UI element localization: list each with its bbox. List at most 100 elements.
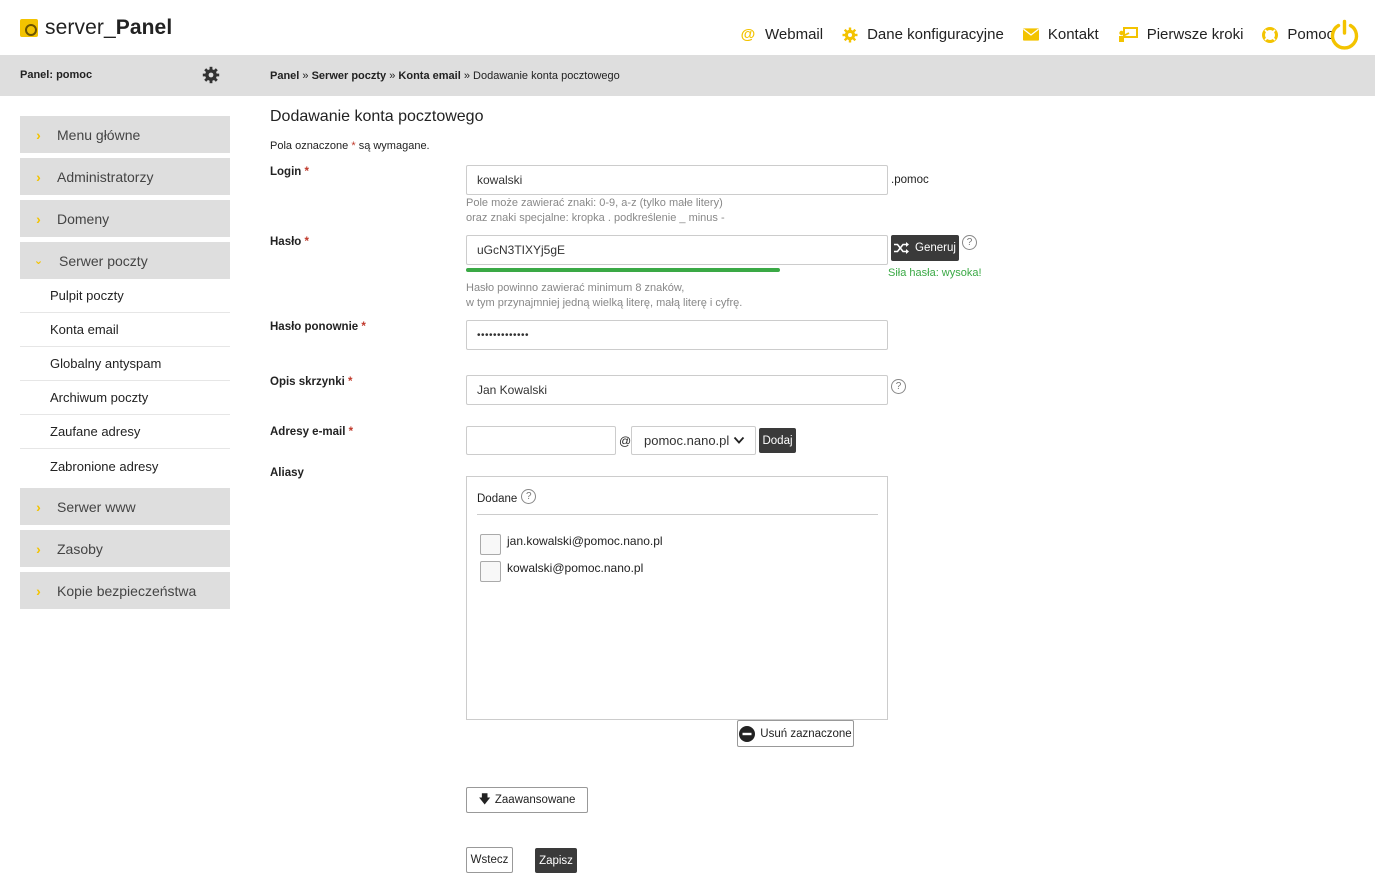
mailbox-description-label: Opis skrzynki * bbox=[270, 376, 353, 388]
help-icon[interactable]: ? bbox=[962, 235, 977, 250]
save-button[interactable]: Zapisz bbox=[535, 848, 577, 873]
login-domain-suffix: .pomoc bbox=[891, 174, 929, 186]
envelope-icon bbox=[1022, 27, 1039, 43]
at-icon: @ bbox=[740, 26, 756, 43]
email-local-part-input[interactable] bbox=[466, 426, 616, 455]
sidebar-item-resources[interactable]: › Zasoby bbox=[20, 530, 230, 567]
nav-contact[interactable]: Kontakt bbox=[1022, 26, 1099, 43]
email-domain-select[interactable]: pomoc.nano.pl bbox=[631, 426, 756, 455]
alias-checkbox[interactable] bbox=[480, 561, 501, 582]
add-email-button[interactable]: Dodaj bbox=[759, 428, 796, 453]
power-icon[interactable] bbox=[1329, 19, 1360, 50]
nav-webmail[interactable]: @ Webmail bbox=[740, 26, 823, 43]
minus-circle-icon bbox=[739, 725, 756, 742]
lifebuoy-icon bbox=[1262, 26, 1279, 43]
chevron-right-icon: › bbox=[36, 168, 41, 185]
submenu-item-mail-archive[interactable]: Archiwum poczty bbox=[20, 381, 230, 415]
password-label: Hasło * bbox=[270, 236, 310, 248]
alias-item: kowalski@pomoc.nano.pl bbox=[480, 561, 643, 582]
aliases-label: Aliasy bbox=[270, 467, 304, 479]
submenu-item-global-antispam[interactable]: Globalny antyspam bbox=[20, 347, 230, 381]
logo-text: server_Panel bbox=[45, 16, 173, 39]
sidebar-item-label: Domeny bbox=[57, 210, 110, 227]
chevron-right-icon: › bbox=[36, 540, 41, 557]
help-icon[interactable]: ? bbox=[891, 379, 906, 394]
aliases-box: Dodane ? jan.kowalski@pomoc.nano.pl kowa… bbox=[466, 476, 888, 720]
top-header: server_Panel @ Webmail Dane konfiguracyj… bbox=[0, 0, 1375, 55]
nav-config-data[interactable]: Dane konfiguracyjne bbox=[842, 26, 1004, 43]
logo-icon bbox=[20, 19, 38, 37]
password-strength-bar bbox=[466, 268, 780, 272]
alias-address: kowalski@pomoc.nano.pl bbox=[507, 560, 644, 575]
nav-contact-label: Kontakt bbox=[1047, 26, 1099, 43]
nav-first-steps[interactable]: Pierwsze kroki bbox=[1118, 26, 1244, 43]
alias-checkbox[interactable] bbox=[480, 534, 501, 555]
nav-webmail-label: Webmail bbox=[765, 26, 824, 43]
breadcrumb-mail-server[interactable]: Serwer poczty bbox=[312, 70, 387, 82]
breadcrumb: Panel » Serwer poczty » Konta email » Do… bbox=[270, 70, 620, 82]
email-domain-value: pomoc.nano.pl bbox=[644, 433, 730, 448]
chevron-down-icon: ⌄ bbox=[33, 255, 44, 267]
generate-button-label: Generuj bbox=[915, 242, 956, 254]
sidebar-item-web-server[interactable]: › Serwer www bbox=[20, 488, 230, 525]
sidebar-item-domains[interactable]: › Domeny bbox=[20, 200, 230, 237]
presentation-icon bbox=[1118, 26, 1138, 43]
login-hint: Pole może zawierać znaki: 0-9, a-z (tylk… bbox=[466, 197, 725, 224]
password-repeat-input[interactable]: ••••••••••••• bbox=[466, 320, 888, 350]
nav-help[interactable]: Pomoc bbox=[1262, 26, 1334, 43]
breadcrumb-panel[interactable]: Panel bbox=[270, 70, 299, 82]
advanced-label: Zaawansowane bbox=[494, 794, 576, 806]
email-addresses-label: Adresy e-mail * bbox=[270, 426, 354, 438]
password-strength-label: Siła hasła: wysoka! bbox=[888, 267, 982, 279]
breadcrumb-current: Dodawanie konta pocztowego bbox=[473, 70, 620, 82]
mailbox-description-input[interactable]: Jan Kowalski bbox=[466, 375, 888, 405]
chevron-right-icon: › bbox=[36, 582, 41, 599]
back-button[interactable]: Wstecz bbox=[466, 847, 513, 873]
shuffle-icon bbox=[894, 242, 910, 254]
required-note: Pola oznaczone * są wymagane. bbox=[270, 140, 430, 152]
password-input[interactable]: uGcN3TIXYj5gE bbox=[466, 235, 888, 265]
sidebar-item-label: Menu główne bbox=[57, 126, 141, 143]
submenu-item-mail-dashboard[interactable]: Pulpit poczty bbox=[20, 279, 230, 313]
remove-selected-label: Usuń zaznaczone bbox=[760, 727, 852, 740]
nav-first-steps-label: Pierwsze kroki bbox=[1146, 26, 1244, 43]
nav-help-label: Pomoc bbox=[1287, 26, 1335, 43]
sidebar: › Menu główne › Administratorzy › Domeny… bbox=[20, 116, 230, 614]
sidebar-item-label: Serwer www bbox=[57, 498, 136, 515]
settings-gear-icon[interactable] bbox=[202, 66, 220, 84]
sidebar-item-backups[interactable]: › Kopie bezpieczeństwa bbox=[20, 572, 230, 609]
advanced-toggle-button[interactable]: 🡇 Zaawansowane bbox=[466, 787, 588, 813]
sidebar-item-administrators[interactable]: › Administratorzy bbox=[20, 158, 230, 195]
sidebar-item-label: Zasoby bbox=[57, 540, 103, 557]
mail-server-submenu: Pulpit poczty Konta email Globalny antys… bbox=[20, 279, 230, 483]
breadcrumb-email-accounts[interactable]: Konta email bbox=[398, 70, 460, 82]
at-sign: @ bbox=[619, 434, 632, 448]
alias-address: jan.kowalski@pomoc.nano.pl bbox=[507, 533, 663, 548]
aliases-added-header: Dodane ? bbox=[477, 489, 537, 506]
gear-icon bbox=[842, 27, 858, 43]
chevron-down-icon bbox=[733, 436, 745, 444]
alias-item: jan.kowalski@pomoc.nano.pl bbox=[480, 534, 663, 555]
submenu-item-blocked-addresses[interactable]: Zabronione adresy bbox=[20, 449, 230, 483]
panel-label: Panel: pomoc bbox=[20, 69, 93, 81]
sidebar-item-label: Administratorzy bbox=[57, 168, 154, 185]
login-input[interactable]: kowalski bbox=[466, 165, 888, 195]
sidebar-item-label: Serwer poczty bbox=[59, 252, 148, 269]
submenu-item-trusted-addresses[interactable]: Zaufane adresy bbox=[20, 415, 230, 449]
password-repeat-label: Hasło ponownie * bbox=[270, 321, 366, 333]
sidebar-item-mail-server[interactable]: ⌄ Serwer poczty bbox=[20, 242, 230, 279]
sidebar-item-main-menu[interactable]: › Menu główne bbox=[20, 116, 230, 153]
nav-config-label: Dane konfiguracyjne bbox=[867, 26, 1004, 43]
chevron-right-icon: › bbox=[36, 210, 41, 227]
logo[interactable]: server_Panel bbox=[20, 16, 172, 40]
submenu-item-email-accounts[interactable]: Konta email bbox=[20, 313, 230, 347]
arrow-down-icon: 🡇 bbox=[478, 791, 491, 806]
chevron-right-icon: › bbox=[36, 126, 41, 143]
divider bbox=[477, 514, 878, 515]
page-title: Dodawanie konta pocztowego bbox=[270, 108, 484, 125]
remove-selected-button[interactable]: Usuń zaznaczone bbox=[737, 720, 854, 747]
help-icon[interactable]: ? bbox=[521, 489, 537, 504]
chevron-right-icon: › bbox=[36, 498, 41, 515]
login-label: Login * bbox=[270, 166, 309, 178]
generate-password-button[interactable]: Generuj bbox=[891, 235, 959, 261]
